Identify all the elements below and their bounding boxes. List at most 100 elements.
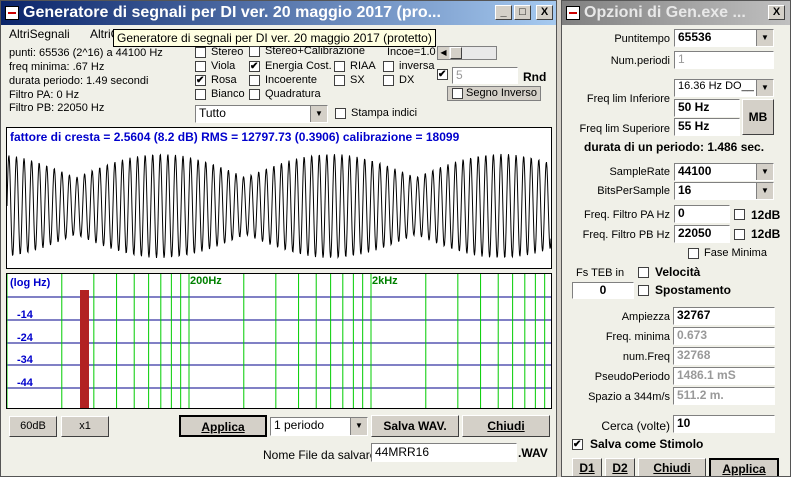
numfreq-field[interactable]: 32768 [673, 347, 775, 365]
freqlim-select[interactable]: 16.36 Hz DO__ ▼ [674, 79, 774, 97]
fase-minima-checkbox[interactable] [688, 248, 699, 259]
options-close-button[interactable]: X [768, 5, 785, 20]
x1-button[interactable]: x1 [61, 416, 109, 437]
bits-value: 16 [678, 183, 692, 197]
db-label-44: -44 [17, 377, 33, 389]
puntitempo-value: 65536 [678, 30, 712, 44]
salva-wav-button[interactable]: Salva WAV. [371, 415, 459, 437]
periodo-select[interactable]: 1 periodo ▼ [270, 417, 368, 436]
riaa-checkbox[interactable] [334, 61, 345, 72]
dx-checkbox[interactable] [383, 75, 394, 86]
info-filter-pa: Filtro PA: 0 Hz [9, 89, 80, 101]
spectrum-plot [7, 274, 551, 408]
stereo-checkbox[interactable] [195, 47, 206, 58]
numperiodi-field[interactable]: 1 [674, 51, 774, 69]
freq-sup-field[interactable]: 55 Hz [674, 118, 740, 136]
incoerente-label: Incoerente [265, 74, 317, 86]
main-titlebar[interactable]: Generatore di segnali per DI ver. 20 mag… [1, 1, 556, 25]
spectrum-marker-2khz: 2kHz [372, 275, 398, 287]
waveform-header: fattore di cresta = 2.5604 (8.2 dB) RMS … [10, 130, 460, 144]
db60-button[interactable]: 60dB [9, 416, 57, 437]
options-title: Opzioni di Gen.exe ... [584, 4, 746, 21]
spazio-field[interactable]: 511.2 m. [673, 387, 775, 405]
db-label-14: -14 [17, 309, 33, 321]
filtro-pa-field[interactable]: 0 [674, 205, 730, 223]
chevron-down-icon[interactable]: ▼ [756, 183, 773, 199]
pseudo-label: PseudoPeriodo [594, 371, 670, 383]
chevron-down-icon[interactable]: ▼ [756, 30, 773, 46]
numfreq-label: num.Freq [622, 351, 670, 363]
d1-button[interactable]: D1 [572, 458, 602, 476]
minimize-button[interactable]: _ [495, 5, 512, 20]
viola-checkbox[interactable] [195, 61, 206, 72]
energia-checkbox[interactable] [249, 61, 260, 72]
info-filter-pb: Filtro PB: 22050 Hz [9, 102, 105, 114]
close-button[interactable]: X [536, 5, 553, 20]
slider-left-arrow-icon[interactable]: ◀ [438, 47, 449, 59]
rosa-checkbox[interactable] [195, 75, 206, 86]
samplerate-value: 44100 [678, 164, 712, 178]
freq-inf-field[interactable]: 50 Hz [674, 99, 740, 117]
stereo-cal-checkbox[interactable] [249, 46, 260, 57]
fsteb-field[interactable]: 0 [572, 282, 634, 299]
chiudi-button[interactable]: Chiudi [462, 415, 550, 437]
filename-input[interactable]: 44MRR16 [371, 443, 517, 462]
bianco-label: Bianco [211, 88, 245, 100]
quadratura-checkbox[interactable] [249, 89, 260, 100]
options-applica-button[interactable]: Applica [709, 458, 779, 476]
filename-ext: .WAV [518, 446, 548, 460]
bits-select[interactable]: 16 ▼ [674, 182, 774, 200]
rnd-value-field[interactable]: 5 [452, 67, 518, 84]
puntitempo-select[interactable]: 65536 ▼ [674, 29, 774, 47]
menu-altrisegnali[interactable]: AltriSegnali [9, 27, 70, 41]
cerca-field[interactable]: 10 [673, 415, 775, 433]
maximize-button[interactable]: □ [514, 5, 531, 20]
durata-periodo: durata di un periodo: 1.486 sec. [584, 140, 765, 154]
chevron-down-icon[interactable]: ▼ [310, 106, 327, 122]
velocita-checkbox[interactable] [638, 267, 649, 278]
filtro-pb-12db-checkbox[interactable] [734, 229, 745, 240]
samplerate-label: SampleRate [609, 166, 670, 178]
segno-inverso-group[interactable]: Segno Inverso [447, 86, 541, 101]
waveform-trace [7, 153, 551, 259]
options-titlebar[interactable]: Opzioni di Gen.exe ... X [562, 1, 790, 25]
quadratura-label: Quadratura [265, 88, 321, 100]
freqmin-field[interactable]: 0.673 [673, 327, 775, 345]
salva-stimolo-checkbox[interactable] [572, 439, 583, 450]
mb-button[interactable]: MB [742, 99, 774, 135]
filtro-pa-12db-label: 12dB [751, 208, 781, 222]
incoerente-checkbox[interactable] [249, 75, 260, 86]
incoe-slider[interactable]: ◀ [437, 46, 497, 60]
bianco-checkbox[interactable] [195, 89, 206, 100]
rnd-checkbox[interactable] [437, 69, 448, 80]
chevron-down-icon[interactable]: ▼ [756, 80, 773, 96]
spectrum-bar [80, 290, 89, 408]
freqlim-select-value: 16.36 Hz DO__ [678, 80, 754, 92]
incoe-label: Incoe=1.0 [387, 46, 436, 58]
slider-thumb[interactable] [450, 47, 462, 59]
sx-checkbox[interactable] [334, 75, 345, 86]
filtro-pb-field[interactable]: 22050 [674, 225, 730, 243]
stampa-indici-checkbox[interactable] [335, 108, 346, 119]
chevron-down-icon[interactable]: ▼ [350, 418, 367, 435]
rnd-label: Rnd [523, 70, 547, 84]
periodo-select-value: 1 periodo [274, 418, 325, 432]
chevron-down-icon[interactable]: ▼ [756, 164, 773, 180]
pseudo-field[interactable]: 1486.1 mS [673, 367, 775, 385]
segno-inverso-checkbox[interactable] [452, 88, 463, 99]
samplerate-select[interactable]: 44100 ▼ [674, 163, 774, 181]
info-period: durata periodo: 1.49 secondi [9, 75, 149, 87]
options-chiudi-button[interactable]: Chiudi [638, 458, 706, 476]
ampiezza-label: Ampiezza [621, 311, 670, 323]
applica-button[interactable]: Applica [179, 415, 267, 437]
ampiezza-field[interactable]: 32767 [673, 307, 775, 325]
tutto-select[interactable]: Tutto ▼ [195, 105, 328, 123]
freqlim-inf-label: Freq lim Inferiore [586, 93, 670, 105]
d2-button[interactable]: D2 [605, 458, 635, 476]
filtro-pa-12db-checkbox[interactable] [734, 209, 745, 220]
inversa-checkbox[interactable] [383, 61, 394, 72]
filtro-pa-label: Freq. Filtro PA Hz [584, 209, 670, 221]
fsteb-label: Fs TEB in [576, 267, 625, 279]
freqlim-sup-label: Freq lim Superiore [579, 123, 670, 135]
spostamento-checkbox[interactable] [638, 285, 649, 296]
